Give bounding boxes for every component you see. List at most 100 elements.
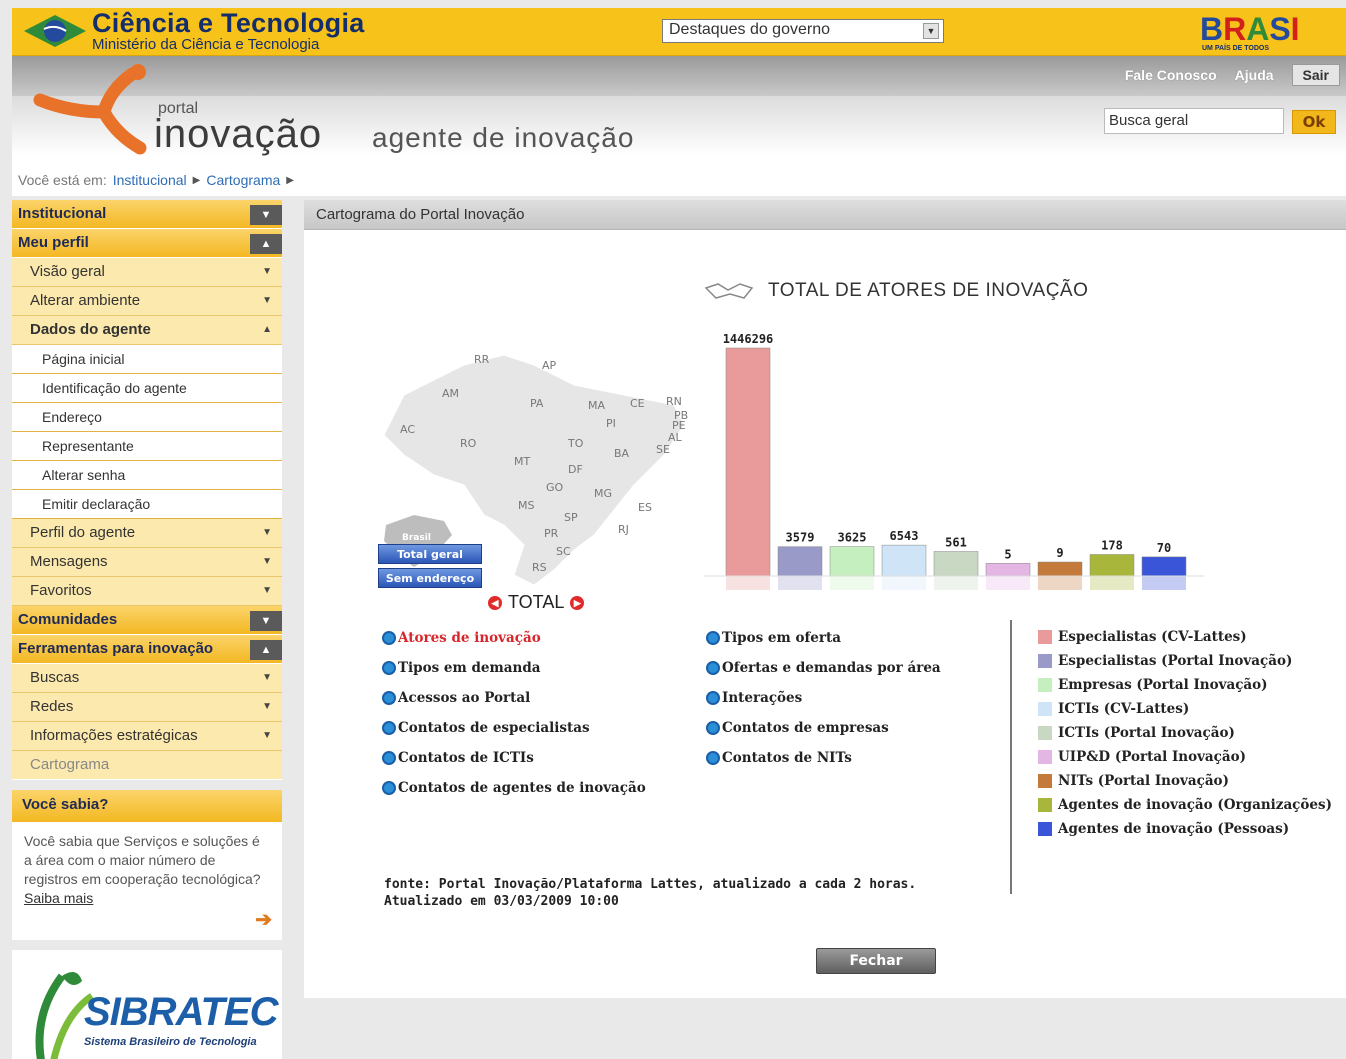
bar-3[interactable] (829, 546, 875, 577)
bar-9[interactable] (1141, 556, 1187, 577)
sidebar-item-representante[interactable]: Representante (12, 432, 282, 461)
sidebar-item-emitir-declaracao[interactable]: Emitir declaração (12, 490, 282, 519)
collapse-icon[interactable]: ▲ (250, 640, 282, 660)
link-contatos-agentes[interactable]: Contatos de agentes de inovação (382, 778, 646, 797)
map-state-ap[interactable]: AP (542, 359, 557, 372)
help-link[interactable]: Ajuda (1235, 67, 1274, 83)
sidebar-item-perfil-agente[interactable]: Perfil do agente ▼ (12, 519, 282, 548)
link-tipos-oferta[interactable]: Tipos em oferta (706, 628, 941, 647)
map-state-mt[interactable]: MT (514, 455, 530, 468)
dropdown-arrow-icon[interactable]: ▼ (923, 23, 939, 39)
map-state-mg[interactable]: MG (594, 487, 612, 500)
sidebar-item-ferramentas[interactable]: Ferramentas para inovação ▲ (12, 635, 282, 664)
map-state-ba[interactable]: BA (614, 447, 630, 460)
map-state-es[interactable]: ES (638, 501, 652, 514)
map-state-pi[interactable]: PI (606, 417, 616, 430)
map-state-to[interactable]: TO (567, 437, 584, 450)
map-state-rr[interactable]: RR (474, 353, 490, 366)
search-input[interactable]: Busca geral (1104, 108, 1284, 134)
sidebar-item-alterar-ambiente[interactable]: Alterar ambiente ▼ (12, 287, 282, 316)
arrow-right-icon[interactable]: ➔ (255, 910, 272, 930)
map-state-rj[interactable]: RJ (618, 523, 629, 536)
sidebar-item-mensagens[interactable]: Mensagens ▼ (12, 548, 282, 577)
close-button[interactable]: Fechar (816, 948, 936, 974)
total-selector[interactable]: ◀ TOTAL ▶ (488, 592, 585, 613)
sidebar-item-visao-geral[interactable]: Visão geral ▼ (12, 258, 282, 287)
sidebar-item-favoritos[interactable]: Favoritos ▼ (12, 577, 282, 606)
sibratec-subtitle: Sistema Brasileiro de Tecnologia (84, 1036, 257, 1048)
map-state-ms[interactable]: MS (518, 499, 534, 512)
map-state-pa[interactable]: PA (530, 397, 544, 410)
bar-5[interactable] (933, 551, 979, 577)
sibratec-banner[interactable]: SIBRATEC Sistema Brasileiro de Tecnologi… (12, 950, 282, 1059)
link-ofertas-demandas[interactable]: Ofertas e demandas por área (706, 658, 941, 677)
link-contatos-ictis[interactable]: Contatos de ICTIs (382, 748, 646, 767)
sidebar-item-pagina-inicial[interactable]: Página inicial (12, 345, 282, 374)
contact-link[interactable]: Fale Conosco (1125, 67, 1217, 83)
logout-button[interactable]: Sair (1291, 64, 1340, 86)
map-state-sc[interactable]: SC (556, 545, 571, 558)
prev-arrow-icon[interactable]: ◀ (488, 595, 502, 610)
breadcrumb-institucional[interactable]: Institucional (113, 172, 187, 188)
breadcrumb-cartograma[interactable]: Cartograma (206, 172, 280, 188)
sidebar-item-redes[interactable]: Redes ▼ (12, 693, 282, 722)
portal-logo-icon[interactable] (30, 60, 160, 156)
sem-endereco-button[interactable]: Sem endereço (378, 568, 482, 588)
map-state-ro[interactable]: RO (460, 437, 477, 450)
link-atores-inovacao[interactable]: Atores de inovação (382, 628, 646, 647)
government-title[interactable]: Ciência e Tecnologia (92, 8, 365, 39)
bar-1[interactable] (725, 347, 771, 577)
sidebar-item-comunidades[interactable]: Comunidades ▼ (12, 606, 282, 635)
map-state-sp[interactable]: SP (564, 511, 578, 524)
sidebar-item-alterar-senha[interactable]: Alterar senha (12, 461, 282, 490)
map-state-am[interactable]: AM (442, 387, 459, 400)
map-state-rs[interactable]: RS (532, 561, 547, 574)
sidebar-item-meu-perfil[interactable]: Meu perfil ▲ (12, 229, 282, 258)
link-contatos-especialistas[interactable]: Contatos de especialistas (382, 718, 646, 737)
bar-7[interactable] (1037, 561, 1083, 577)
sidebar-item-institucional[interactable]: Institucional ▼ (12, 200, 282, 229)
map-state-pr[interactable]: PR (544, 527, 559, 540)
link-contatos-empresas[interactable]: Contatos de empresas (706, 718, 941, 737)
map-state-ma[interactable]: MA (588, 399, 605, 412)
expand-icon[interactable]: ▼ (250, 205, 282, 225)
link-contatos-nits[interactable]: Contatos de NITs (706, 748, 941, 767)
chevron-down-icon: ▼ (262, 527, 272, 538)
brasil-logo[interactable]: BRASI UM PAÍS DE TODOS (1198, 10, 1346, 52)
bar-2[interactable] (777, 546, 823, 577)
search-button[interactable]: Ok (1292, 110, 1336, 134)
sidebar-item-informacoes[interactable]: Informações estratégicas ▼ (12, 722, 282, 751)
map-state-go[interactable]: GO (546, 481, 564, 494)
sidebar-item-cartograma[interactable]: Cartograma (12, 751, 282, 780)
link-acessos-portal[interactable]: Acessos ao Portal (382, 688, 646, 707)
legend-swatch (1038, 750, 1052, 764)
links-right: Tipos em oferta Ofertas e demandas por á… (706, 628, 941, 767)
link-interacoes[interactable]: Interações (706, 688, 941, 707)
map-state-df[interactable]: DF (568, 463, 583, 476)
sidebar-item-identificacao[interactable]: Identificação do agente (12, 374, 282, 403)
map-state-ac[interactable]: AC (400, 423, 415, 436)
bullet-icon (706, 720, 720, 735)
legend-swatch (1038, 654, 1052, 668)
map-state-al[interactable]: AL (668, 431, 683, 444)
map-state-rn[interactable]: RN (666, 395, 682, 408)
bar-8[interactable] (1089, 554, 1135, 577)
link-tipos-demanda[interactable]: Tipos em demanda (382, 658, 646, 677)
total-geral-button[interactable]: Total geral (378, 544, 482, 564)
sidebar-item-dados-agente[interactable]: Dados do agente ▲ (12, 316, 282, 345)
sidebar-item-endereco[interactable]: Endereço (12, 403, 282, 432)
map-state-ce[interactable]: CE (630, 397, 645, 410)
bar-4[interactable] (881, 544, 927, 577)
legend-item-8: Agentes de inovação (Organizações) (1038, 796, 1332, 814)
select-value: Destaques do governo (669, 21, 830, 38)
link-label: Contatos de empresas (722, 719, 889, 736)
next-arrow-icon[interactable]: ▶ (570, 595, 585, 610)
portal-tagline: agente de inovação (372, 122, 635, 153)
map-state-se[interactable]: SE (656, 443, 670, 456)
government-highlights-select[interactable]: Destaques do governo ▼ (662, 19, 944, 43)
expand-icon[interactable]: ▼ (250, 611, 282, 631)
bar-6[interactable] (985, 563, 1031, 577)
collapse-icon[interactable]: ▲ (250, 234, 282, 254)
sidebar-item-buscas[interactable]: Buscas ▼ (12, 664, 282, 693)
learn-more-link[interactable]: Saiba mais (24, 890, 93, 906)
